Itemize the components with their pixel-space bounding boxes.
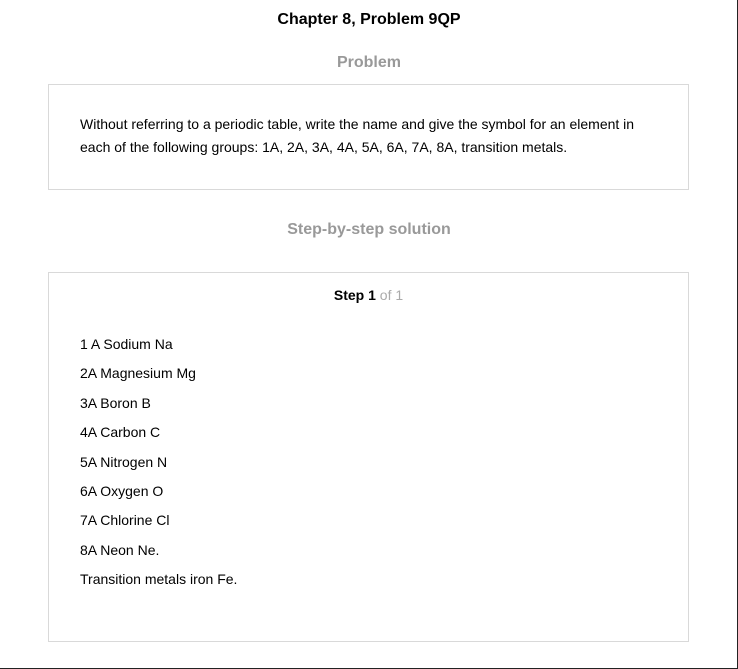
answer-line: Transition metals iron Fe. <box>80 571 238 588</box>
answer-line: 2A Magnesium Mg <box>80 365 196 382</box>
step-header: Step 1 of 1 <box>49 287 688 303</box>
answer-list: 1 A Sodium Na 2A Magnesium Mg 3A Boron B… <box>80 335 237 600</box>
problem-heading: Problem <box>336 54 401 71</box>
answer-line: 4A Carbon C <box>80 424 161 441</box>
answer-line: 7A Chlorine Cl <box>80 512 170 529</box>
answer-line: 8A Neon Ne. <box>80 541 160 558</box>
answer-line: 5A Nitrogen N <box>80 453 168 470</box>
problem-text: Without referring to a periodic table, w… <box>80 116 635 155</box>
step-label: Step <box>333 287 365 303</box>
answer-line: 1 A Sodium Na <box>80 336 173 352</box>
solution-heading: Step-by-step solution <box>287 221 451 238</box>
problem-card: Without referring to a periodic table, w… <box>48 84 689 190</box>
page-title: Chapter 8, Problem 9QP <box>277 11 461 28</box>
step-count: of 1 <box>379 287 404 303</box>
answer-line: 6A Oxygen O <box>80 482 164 499</box>
step-number: 1 <box>368 287 376 303</box>
solution-card: Step 1 of 1 1 A Sodium Na 2A Magnesium M… <box>48 272 689 642</box>
answer-line: 3A Boron B <box>80 394 151 411</box>
